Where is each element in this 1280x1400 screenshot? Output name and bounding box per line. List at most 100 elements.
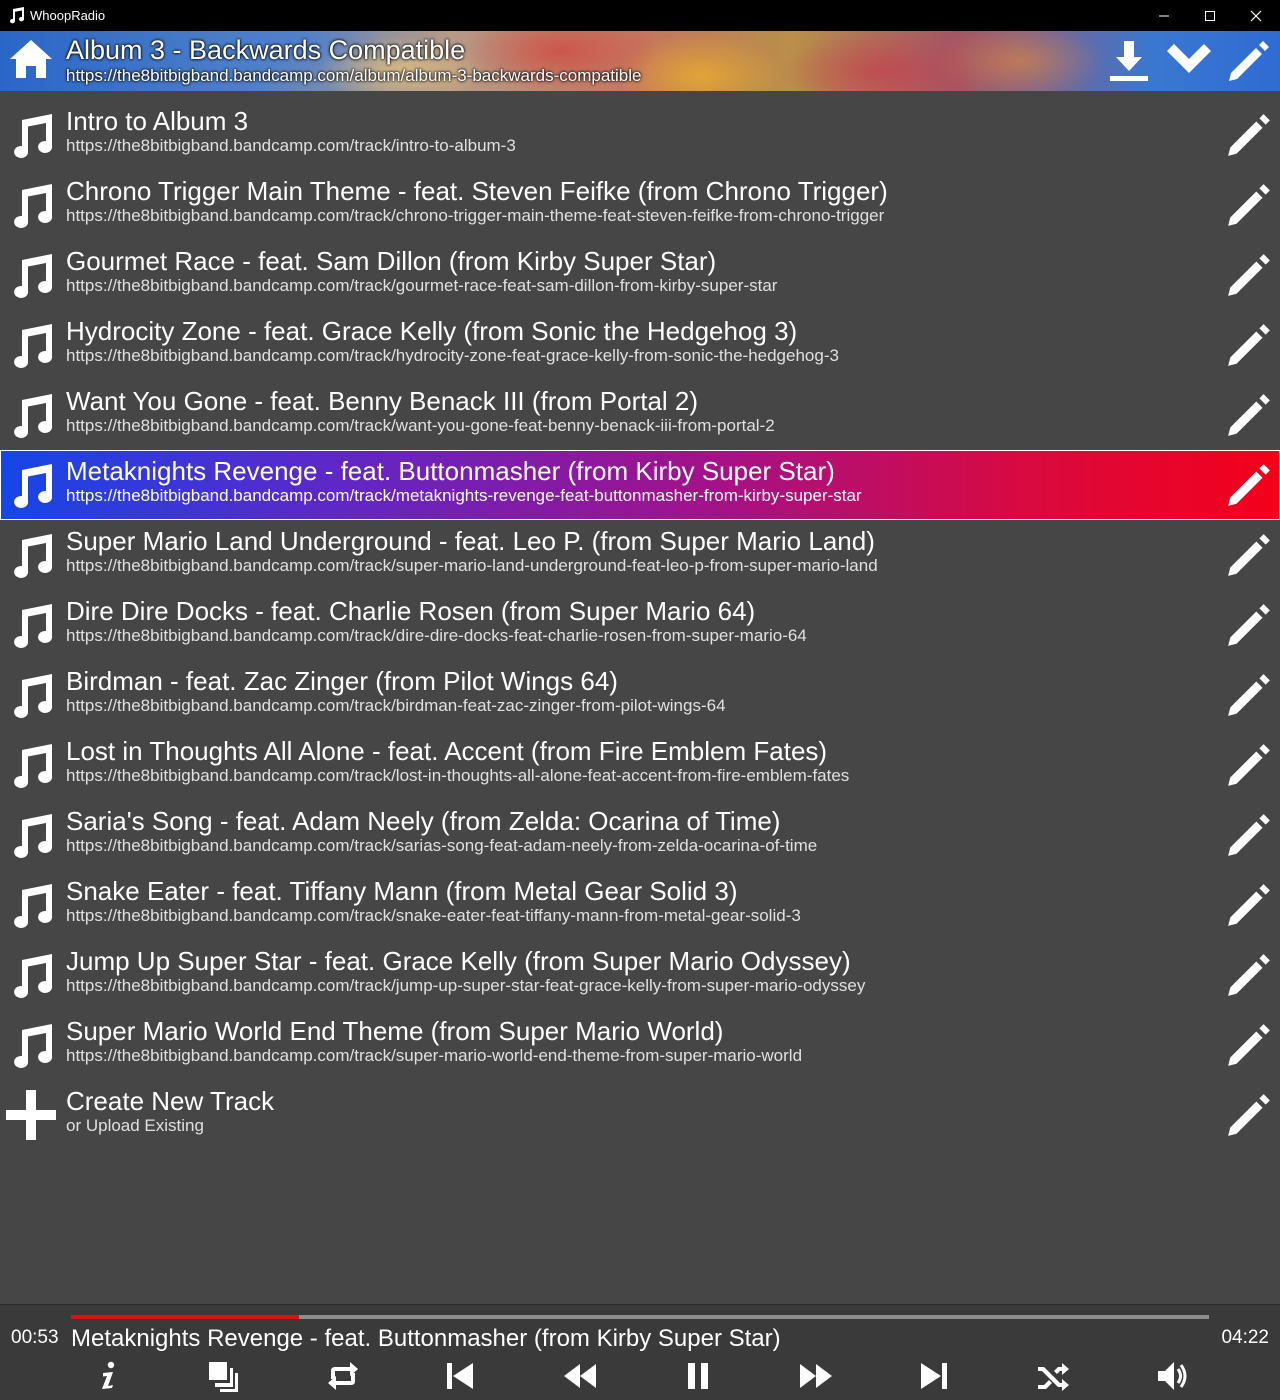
info-button[interactable] xyxy=(88,1357,128,1395)
track-url[interactable]: https://the8bitbigband.bandcamp.com/trac… xyxy=(66,906,801,926)
edit-icon[interactable] xyxy=(1224,1020,1274,1070)
music-note-icon xyxy=(14,604,53,648)
close-icon xyxy=(1250,10,1262,21)
volume-button[interactable] xyxy=(1153,1357,1193,1395)
music-note-icon xyxy=(14,674,53,718)
music-note-icon xyxy=(14,464,53,508)
create-new-track-row[interactable]: Create New Track or Upload Existing xyxy=(0,1080,1280,1150)
edit-icon[interactable] xyxy=(1224,180,1274,230)
track-list: Intro to Album 3 https://the8bitbigband.b… xyxy=(0,100,1280,1150)
track-title: Super Mario Land Underground - feat. Leo… xyxy=(66,526,875,556)
track-row[interactable]: Super Mario Land Underground - feat. Leo… xyxy=(0,520,1280,590)
maximize-button[interactable] xyxy=(1187,0,1233,31)
progress-fill xyxy=(71,1315,299,1319)
track-row[interactable]: Saria's Song - feat. Adam Neely (from Ze… xyxy=(0,800,1280,870)
track-title: Jump Up Super Star - feat. Grace Kelly (… xyxy=(66,946,851,976)
pause-button[interactable] xyxy=(678,1357,718,1395)
music-note-icon xyxy=(10,7,25,24)
music-note-icon xyxy=(14,1024,53,1068)
edit-icon[interactable] xyxy=(1224,600,1274,650)
track-title: Dire Dire Docks - feat. Charlie Rosen (f… xyxy=(66,596,756,626)
close-button[interactable] xyxy=(1233,0,1279,31)
current-time: 00:53 xyxy=(11,1327,59,1348)
skip-next-button[interactable] xyxy=(914,1357,954,1395)
music-note-icon xyxy=(14,184,53,228)
edit-icon[interactable] xyxy=(1224,390,1274,440)
track-row[interactable]: Gourmet Race - feat. Sam Dillon (from Ki… xyxy=(0,240,1280,310)
track-row[interactable]: Super Mario World End Theme (from Super … xyxy=(0,1010,1280,1080)
track-url[interactable]: https://the8bitbigband.bandcamp.com/trac… xyxy=(66,766,849,786)
track-url[interactable]: https://the8bitbigband.bandcamp.com/trac… xyxy=(66,1046,802,1066)
track-url[interactable]: https://the8bitbigband.bandcamp.com/trac… xyxy=(66,416,775,436)
edit-icon[interactable] xyxy=(1224,670,1274,720)
track-row-active[interactable]: Metaknights Revenge - feat. Buttonmasher… xyxy=(0,450,1280,520)
copy-button[interactable] xyxy=(203,1357,243,1395)
home-icon[interactable] xyxy=(8,36,54,82)
edit-icon[interactable] xyxy=(1224,1090,1274,1140)
edit-icon[interactable] xyxy=(1224,460,1274,510)
music-note-icon xyxy=(14,324,53,368)
music-note-icon xyxy=(14,254,53,298)
edit-icon[interactable] xyxy=(1224,320,1274,370)
edit-icon[interactable] xyxy=(1224,530,1274,580)
track-row[interactable]: Dire Dire Docks - feat. Charlie Rosen (f… xyxy=(0,590,1280,660)
track-title: Gourmet Race - feat. Sam Dillon (from Ki… xyxy=(66,246,717,276)
player-bar: 00:53 Metaknights Revenge - feat. Button… xyxy=(0,1304,1280,1400)
track-title: Lost in Thoughts All Alone - feat. Accen… xyxy=(66,736,828,766)
edit-icon[interactable] xyxy=(1224,740,1274,790)
track-row[interactable]: Hydrocity Zone - feat. Grace Kelly (from… xyxy=(0,310,1280,380)
download-button[interactable] xyxy=(1104,35,1154,87)
now-playing-title: Metaknights Revenge - feat. Buttonmasher… xyxy=(71,1325,781,1352)
track-row[interactable]: Snake Eater - feat. Tiffany Mann (from M… xyxy=(0,870,1280,940)
track-title: Metaknights Revenge - feat. Buttonmasher… xyxy=(66,456,835,486)
track-row[interactable]: Chrono Trigger Main Theme - feat. Steven… xyxy=(0,170,1280,240)
track-url[interactable]: https://the8bitbigband.bandcamp.com/trac… xyxy=(66,136,516,156)
skip-previous-button[interactable] xyxy=(440,1357,480,1395)
maximize-icon xyxy=(1205,10,1215,21)
edit-icon[interactable] xyxy=(1224,110,1274,160)
track-row[interactable]: Birdman - feat. Zac Zinger (from Pilot W… xyxy=(0,660,1280,730)
track-row[interactable]: Want You Gone - feat. Benny Benack III (… xyxy=(0,380,1280,450)
music-note-icon xyxy=(14,814,53,858)
edit-icon[interactable] xyxy=(1224,250,1274,300)
track-row[interactable]: Intro to Album 3 https://the8bitbigband.b… xyxy=(0,100,1280,170)
track-url[interactable]: https://the8bitbigband.bandcamp.com/trac… xyxy=(66,626,807,646)
track-url[interactable]: https://the8bitbigband.bandcamp.com/trac… xyxy=(66,276,777,296)
edit-album-button[interactable] xyxy=(1224,35,1274,87)
minimize-icon xyxy=(1159,15,1169,16)
track-url[interactable]: https://the8bitbigband.bandcamp.com/trac… xyxy=(66,346,839,366)
track-title: Want You Gone - feat. Benny Benack III (… xyxy=(66,386,699,416)
track-row[interactable]: Jump Up Super Star - feat. Grace Kelly (… xyxy=(0,940,1280,1010)
track-url[interactable]: https://the8bitbigband.bandcamp.com/trac… xyxy=(66,836,817,856)
edit-icon[interactable] xyxy=(1224,880,1274,930)
upload-existing-label[interactable]: or Upload Existing xyxy=(66,1116,204,1136)
music-note-icon xyxy=(14,954,53,998)
minimize-button[interactable] xyxy=(1141,0,1187,31)
track-url[interactable]: https://the8bitbigband.bandcamp.com/trac… xyxy=(66,976,865,996)
edit-icon[interactable] xyxy=(1224,950,1274,1000)
track-title: Hydrocity Zone - feat. Grace Kelly (from… xyxy=(66,316,798,346)
shuffle-button[interactable] xyxy=(1033,1357,1073,1395)
track-url[interactable]: https://the8bitbigband.bandcamp.com/trac… xyxy=(66,486,862,506)
music-note-icon xyxy=(14,534,53,578)
chevron-down-icon xyxy=(1167,44,1211,73)
create-track-title: Create New Track xyxy=(66,1086,275,1116)
album-url[interactable]: https://the8bitbigband.bandcamp.com/albu… xyxy=(66,66,641,86)
collapse-button[interactable] xyxy=(1164,35,1214,87)
repeat-button[interactable] xyxy=(323,1357,363,1395)
track-url[interactable]: https://the8bitbigband.bandcamp.com/trac… xyxy=(66,206,884,226)
track-title: Snake Eater - feat. Tiffany Mann (from M… xyxy=(66,876,738,906)
plus-icon xyxy=(6,1090,56,1140)
fast-forward-icon xyxy=(800,1364,832,1388)
track-row[interactable]: Lost in Thoughts All Alone - feat. Accen… xyxy=(0,730,1280,800)
rewind-button[interactable] xyxy=(560,1357,600,1395)
edit-icon[interactable] xyxy=(1224,810,1274,860)
copy-icon xyxy=(209,1362,238,1392)
progress-bar[interactable] xyxy=(71,1315,1209,1319)
track-url[interactable]: https://the8bitbigband.bandcamp.com/trac… xyxy=(66,556,878,576)
track-title: Birdman - feat. Zac Zinger (from Pilot W… xyxy=(66,666,618,696)
track-title: Super Mario World End Theme (from Super … xyxy=(66,1016,724,1046)
track-url[interactable]: https://the8bitbigband.bandcamp.com/trac… xyxy=(66,696,726,716)
track-title: Intro to Album 3 xyxy=(66,106,249,136)
fast-forward-button[interactable] xyxy=(796,1357,836,1395)
